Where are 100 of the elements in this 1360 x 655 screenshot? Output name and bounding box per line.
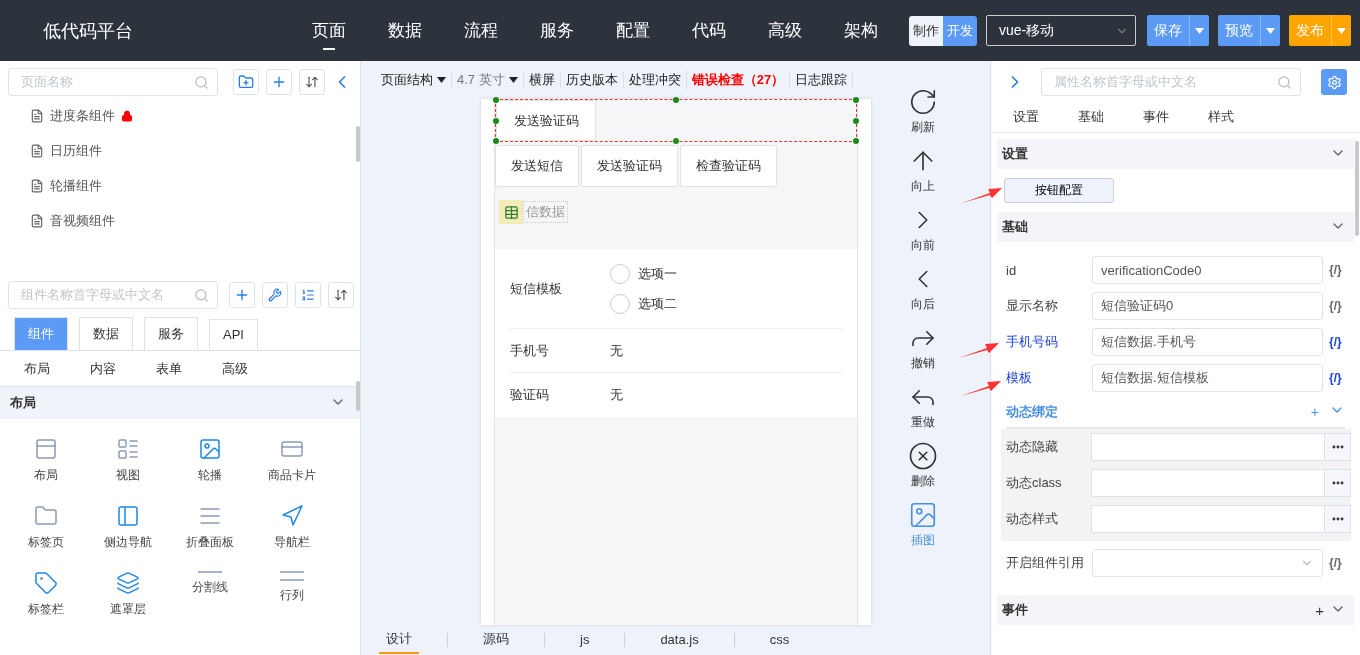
category-tab[interactable]: 内容: [90, 359, 156, 378]
toolbar-item[interactable]: 日志跟踪: [790, 71, 854, 89]
toolbar-item[interactable]: 历史版本: [560, 71, 624, 89]
component-tile[interactable]: 分割线: [169, 571, 251, 618]
nav-tab[interactable]: 服务: [519, 11, 595, 50]
editor-tab[interactable]: js: [573, 627, 597, 653]
resize-handle[interactable]: [853, 138, 859, 144]
expression-input[interactable]: [1091, 469, 1351, 497]
binding-toggle[interactable]: {/}: [1329, 263, 1342, 277]
component-tile[interactable]: 商品卡片: [251, 437, 333, 484]
send-code-button[interactable]: 发送验证码: [496, 100, 596, 141]
category-tab[interactable]: 高级: [222, 359, 288, 378]
source-tab[interactable]: 服务: [144, 317, 198, 350]
source-tab[interactable]: 数据: [79, 317, 133, 350]
editor-tab[interactable]: data.js: [653, 627, 706, 653]
toolbar-item[interactable]: 4.7 英寸: [452, 71, 524, 89]
more-icon[interactable]: [1324, 434, 1350, 460]
nav-tab[interactable]: 高级: [747, 11, 823, 50]
page-tree-item[interactable]: 进度条组件: [30, 108, 360, 124]
page-tree-item[interactable]: 日历组件: [30, 143, 360, 159]
resize-handle[interactable]: [853, 97, 859, 103]
section-header[interactable]: 事件 +: [997, 595, 1354, 625]
side-tool[interactable]: 向前: [908, 205, 938, 254]
text-input[interactable]: verificationCode0: [1092, 256, 1323, 284]
add-icon[interactable]: [229, 282, 255, 308]
expression-input[interactable]: [1091, 433, 1351, 461]
scrollbar-thumb[interactable]: [356, 126, 360, 162]
component-tile[interactable]: 标签页: [5, 504, 87, 551]
toolbar-item[interactable]: 页面结构: [376, 71, 452, 89]
component-tile[interactable]: 行列: [251, 571, 333, 618]
text-input[interactable]: 短信验证码0: [1092, 292, 1323, 320]
settings-button[interactable]: [1321, 69, 1347, 95]
toolbar-item[interactable]: 处理冲突: [623, 71, 687, 89]
side-tool[interactable]: 向上: [908, 146, 938, 195]
section-header[interactable]: 设置: [997, 139, 1354, 169]
toolbar-item[interactable]: 横屏: [523, 71, 561, 89]
side-tool[interactable]: 向后: [908, 264, 938, 313]
sort-icon[interactable]: [328, 282, 354, 308]
property-tab[interactable]: 事件: [1123, 108, 1188, 126]
resize-handle[interactable]: [493, 97, 499, 103]
sort-icon[interactable]: [299, 69, 325, 95]
template-select[interactable]: vue-移动: [986, 15, 1136, 46]
section-header[interactable]: 布局: [0, 386, 360, 419]
add-button[interactable]: +: [1315, 601, 1324, 619]
toolbar-item[interactable]: 错误检查（27）: [686, 71, 791, 89]
component-tile[interactable]: 标签栏: [5, 571, 87, 618]
folder-add-icon[interactable]: [233, 69, 259, 95]
mode-toggle[interactable]: 制作: [909, 15, 943, 46]
page-tree-item[interactable]: 轮播组件: [30, 178, 360, 194]
side-tool[interactable]: 重做: [908, 382, 938, 431]
more-icon[interactable]: [1324, 470, 1350, 496]
scrollbar-thumb[interactable]: [356, 381, 360, 411]
button-config-button[interactable]: 按钮配置: [1004, 178, 1114, 203]
binding-toggle[interactable]: {/}: [1329, 335, 1342, 349]
editor-tab[interactable]: 设计: [379, 626, 419, 654]
component-tile[interactable]: 折叠面板: [169, 504, 251, 551]
expression-input[interactable]: [1091, 505, 1351, 533]
text-input[interactable]: 短信数据.手机号: [1092, 328, 1323, 356]
editor-tab[interactable]: 源码: [476, 626, 516, 654]
component-tile[interactable]: 导航栏: [251, 504, 333, 551]
phone-button[interactable]: 发送短信: [495, 145, 579, 187]
radio-button[interactable]: [610, 263, 630, 284]
category-tab[interactable]: 表单: [156, 359, 222, 378]
binding-toggle[interactable]: {/}: [1329, 299, 1342, 313]
phone-button[interactable]: 发送验证码: [581, 145, 678, 187]
component-tile[interactable]: 侧边导航: [87, 504, 169, 551]
nav-tab[interactable]: 配置: [595, 11, 671, 50]
nav-tab[interactable]: 流程: [443, 11, 519, 50]
more-icon[interactable]: [1324, 506, 1350, 532]
nav-tab[interactable]: 数据: [367, 11, 443, 50]
resize-handle[interactable]: [673, 97, 679, 103]
text-input[interactable]: 短信数据.短信模板: [1092, 364, 1323, 392]
page-tree-item[interactable]: 音视频组件: [30, 213, 360, 229]
component-tile[interactable]: 轮播: [169, 437, 251, 484]
radio-button[interactable]: [610, 293, 630, 314]
section-header[interactable]: 基础: [997, 212, 1354, 242]
resize-handle[interactable]: [493, 138, 499, 144]
component-tile[interactable]: 遮罩层: [87, 571, 169, 618]
side-tool[interactable]: 撤销: [908, 323, 938, 372]
component-tile[interactable]: 布局: [5, 437, 87, 484]
resize-handle[interactable]: [853, 117, 859, 124]
add-icon[interactable]: [266, 69, 292, 95]
source-tab[interactable]: API: [209, 318, 258, 349]
property-tab[interactable]: 基础: [1058, 108, 1123, 126]
editor-tab[interactable]: css: [762, 627, 797, 653]
side-tool[interactable]: 删除: [908, 441, 938, 490]
nav-tab[interactable]: 页面: [291, 11, 367, 50]
category-tab[interactable]: 布局: [24, 359, 90, 378]
nav-tab[interactable]: 架构: [823, 11, 899, 50]
binding-toggle[interactable]: {/}: [1329, 556, 1342, 570]
wrench-icon[interactable]: [262, 282, 288, 308]
side-tool[interactable]: 刷新: [908, 87, 938, 136]
property-tab[interactable]: 样式: [1188, 108, 1253, 126]
resize-handle[interactable]: [673, 138, 679, 144]
list-order-icon[interactable]: [295, 282, 321, 308]
phone-button[interactable]: 检查验证码: [680, 145, 777, 187]
nav-tab[interactable]: 代码: [671, 11, 747, 50]
component-tile[interactable]: 视图: [87, 437, 169, 484]
property-tab[interactable]: 设置: [993, 108, 1058, 126]
binding-toggle[interactable]: {/}: [1329, 371, 1342, 385]
